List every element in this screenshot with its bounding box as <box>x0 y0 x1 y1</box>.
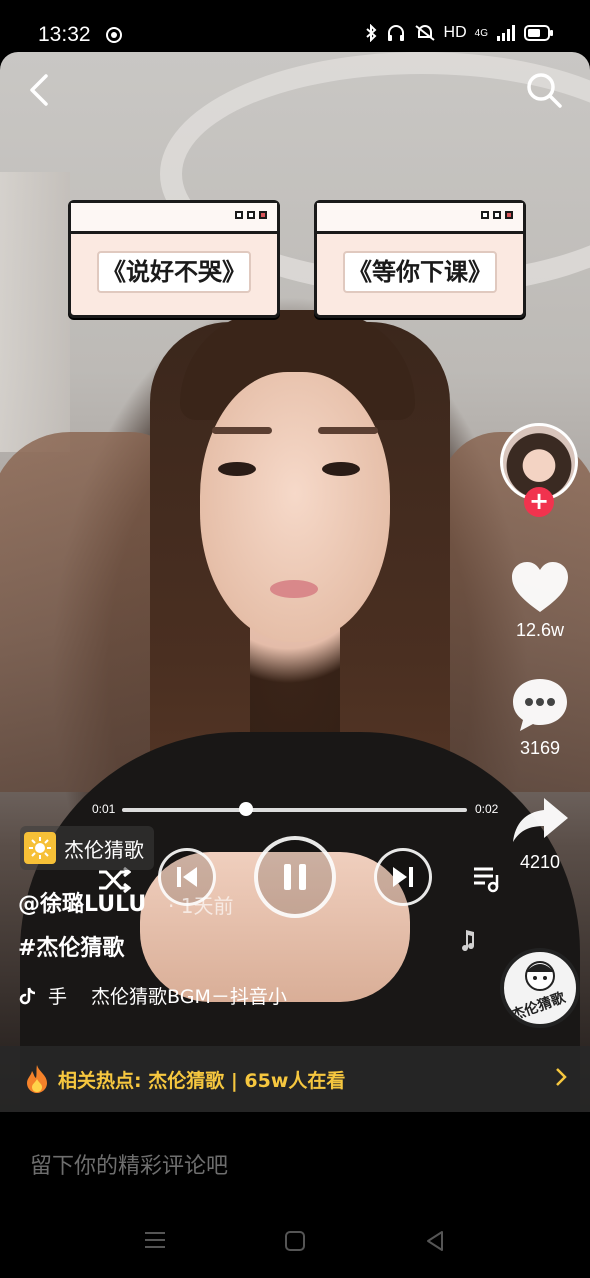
song-card: 《说好不哭》 <box>68 200 280 318</box>
sunburst-icon <box>24 832 56 864</box>
person-face <box>200 372 390 642</box>
hot-topic-text: 相关热点: 杰伦猜歌 | 65w人在看 <box>58 1070 346 1092</box>
menu-icon[interactable] <box>144 1230 166 1250</box>
pause-icon <box>284 864 306 890</box>
progress-track[interactable] <box>122 808 467 812</box>
person-eye <box>322 462 360 476</box>
fire-icon <box>27 1065 47 1093</box>
topic-tag[interactable]: 杰伦猜歌 <box>20 826 154 870</box>
network-type: HD <box>443 24 467 41</box>
music-info[interactable]: 手 杰伦猜歌BGM－抖音小 <box>18 982 287 1009</box>
status-time: 13:32 <box>38 23 91 46</box>
song-card: 《等你下课》 <box>314 200 526 318</box>
share-button[interactable]: 4210 <box>500 794 580 873</box>
person-brow <box>318 427 378 434</box>
like-count: 12.6w <box>515 620 565 640</box>
progress-knob[interactable] <box>239 802 254 816</box>
share-icon <box>513 798 568 842</box>
bluetooth-icon <box>365 24 377 42</box>
back-icon[interactable] <box>22 70 56 110</box>
tiktok-note-icon <box>19 987 36 1004</box>
home-icon[interactable] <box>284 1230 306 1252</box>
person-lips <box>270 580 318 598</box>
person-brow <box>212 427 272 434</box>
music-title: 杰伦猜歌BGM－抖音小 <box>91 986 287 1008</box>
hashtag-link[interactable]: #杰伦猜歌 <box>18 930 124 962</box>
song-card-title: 《说好不哭》 <box>97 251 251 293</box>
heart-icon <box>512 562 568 612</box>
follow-button[interactable]: + <box>524 487 554 517</box>
comment-input[interactable]: 留下你的精彩评论吧 <box>0 1112 590 1202</box>
status-icons: HD 4G <box>364 24 554 42</box>
comment-placeholder: 留下你的精彩评论吧 <box>30 1154 229 1179</box>
headphones-icon <box>387 25 404 41</box>
previous-icon <box>177 867 197 887</box>
playlist-icon <box>474 867 499 893</box>
next-button[interactable] <box>374 848 432 906</box>
mute-icon <box>414 25 435 41</box>
music-prefix: 手 <box>48 986 68 1008</box>
hot-topic-bar[interactable]: 相关热点: 杰伦猜歌 | 65w人在看 <box>0 1046 590 1112</box>
author-name[interactable]: @徐璐LULU <box>18 886 146 918</box>
status-bar: 13:32 HD 4G <box>0 0 590 52</box>
pause-button[interactable] <box>254 836 336 918</box>
topic-tag-label: 杰伦猜歌 <box>64 837 144 862</box>
song-card-title: 《等你下课》 <box>343 251 497 293</box>
signal-icon <box>497 25 515 41</box>
music-disc[interactable]: 杰伦猜歌 <box>500 948 580 1028</box>
system-nav-bar <box>0 1202 590 1278</box>
back-nav-icon[interactable] <box>424 1230 446 1252</box>
search-icon[interactable] <box>524 70 564 110</box>
chevron-right-icon <box>554 1066 568 1094</box>
share-count: 4210 <box>519 852 561 872</box>
video-progress[interactable]: 0:01 0:02 <box>92 800 502 820</box>
post-time: · 1天前 <box>168 894 234 918</box>
progress-total-time: 0:02 <box>475 802 499 816</box>
playlist-button[interactable] <box>466 858 506 898</box>
comment-icon <box>513 679 567 731</box>
like-button[interactable]: 12.6w <box>500 560 580 641</box>
comment-button[interactable]: 3169 <box>500 676 580 759</box>
battery-icon <box>524 25 553 41</box>
background-pillar <box>0 172 70 452</box>
next-icon <box>393 867 413 887</box>
person-eye <box>218 462 256 476</box>
progress-current-time: 0:01 <box>92 802 116 816</box>
app-status-icon <box>106 27 122 43</box>
signal-type: 4G <box>474 27 488 39</box>
music-note-icon <box>462 930 475 952</box>
comment-count: 3169 <box>519 738 561 758</box>
